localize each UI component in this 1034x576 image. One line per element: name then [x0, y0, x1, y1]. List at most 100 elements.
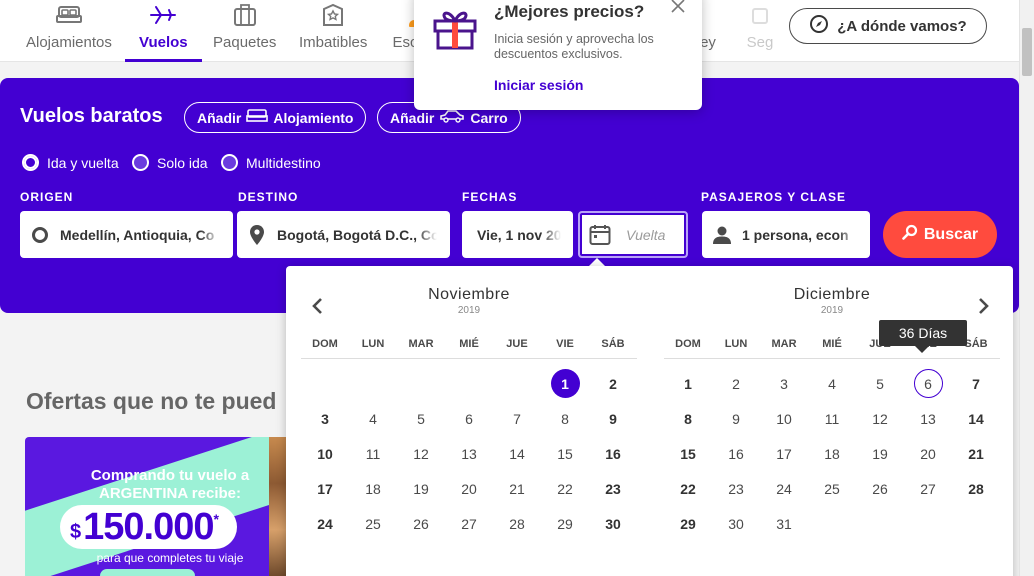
radio-one-way[interactable]: Solo ida [132, 154, 208, 171]
day-cell[interactable]: 23 [712, 471, 760, 506]
location-pin-icon [237, 224, 277, 246]
day-cell[interactable]: 27 [445, 506, 493, 541]
day-cell[interactable]: 18 [808, 436, 856, 471]
day-cell[interactable]: 24 [760, 471, 808, 506]
nav-item-seguros[interactable]: Seg [746, 0, 774, 62]
empty-day-cell [808, 506, 856, 541]
day-cell[interactable]: 8 [541, 401, 589, 436]
day-cell[interactable]: 25 [349, 506, 397, 541]
return-date-field[interactable]: Vuelta [578, 211, 688, 258]
passengers-field[interactable]: 1 persona, econ [702, 211, 870, 258]
day-cell[interactable]: 10 [301, 436, 349, 471]
nav-item-alojamientos[interactable]: Alojamientos [26, 0, 112, 62]
day-cell[interactable]: 21 [493, 471, 541, 506]
day-cell[interactable]: 26 [856, 471, 904, 506]
scrollbar-thumb[interactable] [1022, 28, 1032, 76]
nav-item-vuelos[interactable]: Vuelos [125, 0, 202, 62]
day-cell[interactable]: 17 [760, 436, 808, 471]
day-cell[interactable]: 11 [349, 436, 397, 471]
promo-cta-button[interactable] [100, 569, 195, 576]
nav-item-paquetes[interactable]: Paquetes [213, 0, 276, 62]
day-cell[interactable]: 15 [541, 436, 589, 471]
day-cell[interactable]: 7 [952, 366, 1000, 401]
day-cell[interactable]: 24 [301, 506, 349, 541]
day-number: 24 [317, 515, 333, 532]
login-link[interactable]: Iniciar sesión [494, 77, 583, 93]
where-to-button[interactable]: ¿A dónde vamos? [789, 8, 987, 44]
radio-round-trip[interactable]: Ida y vuelta [22, 154, 119, 171]
day-cell[interactable]: 4 [349, 401, 397, 436]
day-number: 27 [920, 480, 936, 497]
popup-title: ¿Mejores precios? [494, 2, 645, 21]
day-cell[interactable]: 17 [301, 471, 349, 506]
day-cell[interactable]: 12 [397, 436, 445, 471]
day-cell[interactable]: 1 [541, 366, 589, 401]
day-cell[interactable]: 27 [904, 471, 952, 506]
day-cell[interactable]: 13 [904, 401, 952, 436]
day-cell[interactable]: 8 [664, 401, 712, 436]
day-number: 10 [317, 445, 333, 462]
day-cell[interactable]: 20 [445, 471, 493, 506]
day-cell[interactable]: 16 [712, 436, 760, 471]
destination-field[interactable]: Bogotá, Bogotá D.C., Co [237, 211, 450, 258]
day-cell[interactable]: 12 [856, 401, 904, 436]
radio-multi-destination[interactable]: Multidestino [221, 154, 321, 171]
scrollbar[interactable] [1019, 0, 1034, 576]
day-cell[interactable]: 7 [493, 401, 541, 436]
search-button[interactable]: Buscar [883, 211, 997, 258]
day-cell[interactable]: 9 [589, 401, 637, 436]
day-cell[interactable]: 3 [760, 366, 808, 401]
day-cell[interactable]: 15 [664, 436, 712, 471]
day-cell[interactable]: 19 [397, 471, 445, 506]
day-cell[interactable]: 22 [541, 471, 589, 506]
day-cell[interactable]: 28 [952, 471, 1000, 506]
day-cell[interactable]: 23 [589, 471, 637, 506]
day-cell[interactable]: 21 [952, 436, 1000, 471]
day-cell[interactable]: 10 [760, 401, 808, 436]
origin-field[interactable]: Medellín, Antioquia, Co [20, 211, 233, 258]
empty-day-cell [493, 366, 541, 401]
add-lodging-button[interactable]: Añadir Alojamiento [184, 102, 367, 133]
bed-icon [55, 2, 83, 28]
nav-item-imbatibles[interactable]: Imbatibles [299, 0, 367, 62]
day-cell[interactable]: 5 [397, 401, 445, 436]
day-cell[interactable]: 31 [760, 506, 808, 541]
day-cell[interactable]: 3 [301, 401, 349, 436]
weekday-label: JUE [506, 338, 528, 350]
add-car-label: Carro [470, 109, 508, 126]
day-cell[interactable]: 14 [952, 401, 1000, 436]
day-cell[interactable]: 9 [712, 401, 760, 436]
day-cell[interactable]: 2 [589, 366, 637, 401]
day-cell[interactable]: 20 [904, 436, 952, 471]
day-cell[interactable]: 25 [808, 471, 856, 506]
day-cell[interactable]: 1 [664, 366, 712, 401]
day-cell[interactable]: 18 [349, 471, 397, 506]
day-cell[interactable]: 13 [445, 436, 493, 471]
day-cell[interactable]: 30 [712, 506, 760, 541]
day-cell[interactable]: 28 [493, 506, 541, 541]
origin-label: ORIGEN [20, 190, 74, 204]
nav-label: Alojamientos [26, 34, 112, 51]
day-cell[interactable]: 14 [493, 436, 541, 471]
day-cell[interactable]: 19 [856, 436, 904, 471]
day-cell[interactable]: 29 [664, 506, 712, 541]
day-cell[interactable]: 4 [808, 366, 856, 401]
day-cell[interactable]: 11 [808, 401, 856, 436]
day-number: 28 [509, 515, 525, 532]
day-cell[interactable]: 16 [589, 436, 637, 471]
promo-banner[interactable]: Comprando tu vuelo a ARGENTINA recibe: $… [25, 437, 287, 576]
day-cell[interactable]: 6 [904, 366, 952, 401]
day-cell[interactable]: 2 [712, 366, 760, 401]
day-cell[interactable]: 6 [445, 401, 493, 436]
day-cell[interactable]: 30 [589, 506, 637, 541]
day-cell[interactable]: 22 [664, 471, 712, 506]
departure-date-field[interactable]: Vie, 1 nov 20 [462, 211, 573, 258]
day-number: 12 [872, 410, 888, 427]
day-number: 11 [365, 445, 381, 462]
day-cell[interactable]: 5 [856, 366, 904, 401]
close-icon[interactable] [670, 0, 686, 14]
day-cell[interactable]: 29 [541, 506, 589, 541]
day-number: 30 [728, 515, 744, 532]
day-cell[interactable]: 26 [397, 506, 445, 541]
day-number: 31 [776, 515, 792, 532]
